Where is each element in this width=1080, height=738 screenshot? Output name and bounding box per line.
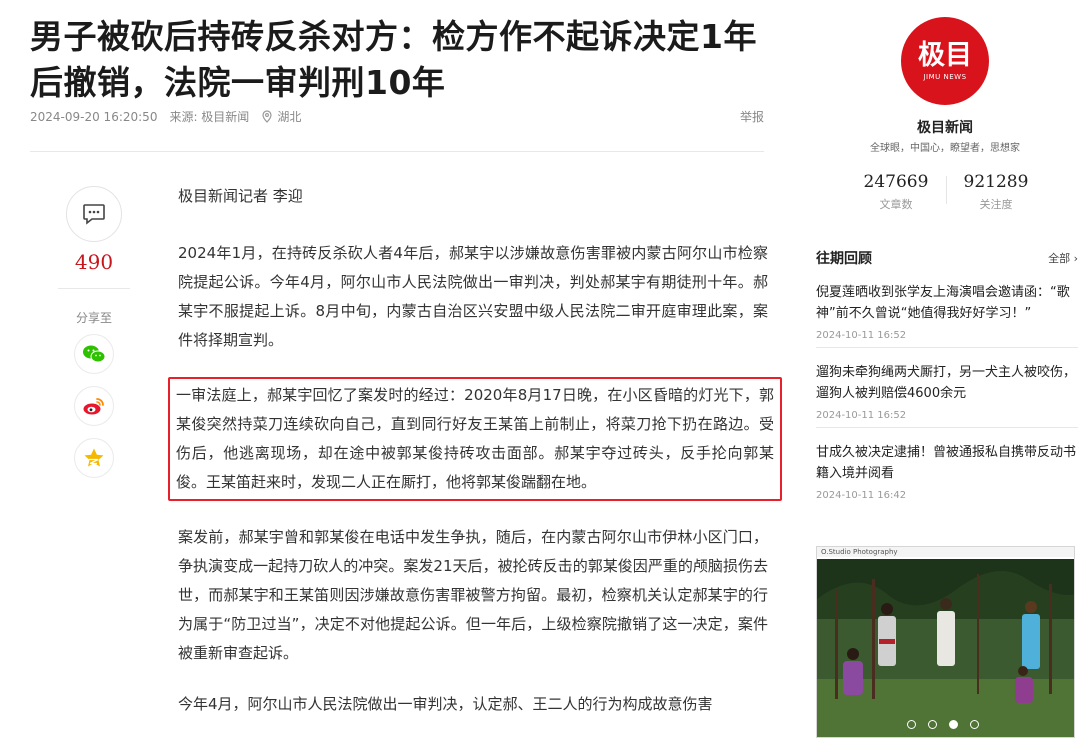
comment-icon (83, 204, 105, 225)
past-review-list: 倪夏莲晒收到张学友上海演唱会邀请函：“歌神”前不久曾说“她值得我好好学习！” 2… (816, 282, 1078, 521)
logo-subtext: JIMU NEWS (923, 73, 967, 81)
carousel-dot[interactable] (907, 720, 916, 729)
carousel-dots (907, 720, 991, 729)
past-review-title: 往期回顾 (816, 251, 872, 267)
list-item-date: 2024-10-11 16:42 (816, 490, 907, 501)
article-byline: 极目新闻记者 李迎 (178, 187, 303, 205)
source-name[interactable]: 极目新闻 (860, 117, 1030, 137)
stat-value: 247669 (863, 172, 929, 192)
left-divider (58, 288, 130, 289)
article-paragraph: 2024年1月，在持砖反杀砍人者4年后，郝某宇以涉嫌故意伤害罪被内蒙古阿尔山市检… (178, 244, 768, 349)
stat-attention: 921289 关注度 (946, 172, 1046, 212)
source-logo[interactable]: 极目 JIMU NEWS (901, 17, 989, 105)
article-meta: 2024-09-20 16:20:50 来源: 极目新闻 湖北 举报 (30, 108, 764, 125)
highlighted-paragraph: 一审法庭上，郝某宇回忆了案发时的经过：2020年8月17日晚，在小区昏暗的灯光下… (168, 377, 782, 501)
list-item-title[interactable]: 甘成久被决定逮捕！曾被通报私自携带反动书籍入境并阅看 (816, 442, 1078, 484)
carousel-photo[interactable] (817, 559, 1074, 737)
article-title: 男子被砍后持砖反杀对方：检方作不起诉决定1年后撤销，法院一审判刑10年 (30, 17, 757, 102)
carousel-image (817, 559, 1074, 737)
list-item[interactable]: 遛狗未牵狗绳两犬厮打，另一犬主人被咬伤，遛狗人被判赔偿4600余元 2024-1… (816, 362, 1078, 428)
publish-datetime: 2024-09-20 16:20:50 (30, 109, 158, 124)
stat-label: 关注度 (979, 198, 1013, 211)
article-body: 极目新闻记者 李迎 2024年1月，在持砖反杀砍人者4年后，郝某宇以涉嫌故意伤害… (168, 182, 782, 738)
comment-button[interactable] (66, 186, 122, 242)
list-item[interactable]: 甘成久被决定逮捕！曾被通报私自携带反动书籍入境并阅看 2024-10-11 16… (816, 442, 1078, 507)
source-stats: 247669 文章数 921289 关注度 (846, 172, 1046, 212)
title-divider (30, 151, 764, 152)
logo-text: 极目 (918, 40, 972, 71)
stat-label: 文章数 (879, 198, 913, 211)
article-source: 来源: 极目新闻 (169, 110, 250, 124)
share-label: 分享至 (75, 311, 112, 325)
qzone-star-icon (84, 448, 104, 467)
weibo-icon (83, 398, 104, 415)
photo-carousel[interactable]: O.Studio Photography (816, 546, 1075, 738)
location-pin-icon (262, 110, 272, 123)
list-item-date: 2024-10-11 16:52 (816, 410, 907, 421)
list-item-title[interactable]: 倪夏莲晒收到张学友上海演唱会邀请函：“歌神”前不久曾说“她值得我好好学习！” (816, 282, 1078, 324)
share-weibo-button[interactable] (74, 386, 114, 426)
gallery-caption: O.Studio Photography (817, 547, 1074, 557)
view-all-link[interactable]: 全部 › (1048, 250, 1078, 266)
carousel-dot[interactable] (928, 720, 937, 729)
past-review-header: 往期回顾 全部 › (816, 248, 1078, 268)
comment-count: 490 (74, 250, 114, 274)
article-paragraph: 案发前，郝某宇曾和郭某俊在电话中发生争执，随后，在内蒙古阿尔山市伊林小区门口，争… (178, 528, 768, 662)
stat-articles: 247669 文章数 (846, 172, 946, 212)
share-qzone-button[interactable] (74, 438, 114, 478)
list-item-title[interactable]: 遛狗未牵狗绳两犬厮打，另一犬主人被咬伤，遛狗人被判赔偿4600余元 (816, 362, 1078, 404)
location-text: 湖北 (277, 110, 302, 124)
carousel-dot[interactable] (970, 720, 979, 729)
list-item-date: 2024-10-11 16:52 (816, 330, 907, 341)
share-column: 490 分享至 (58, 186, 130, 478)
stat-value: 921289 (963, 172, 1029, 192)
article-paragraph: 今年4月，阿尔山市人民法院做出一审判决，认定郝、王二人的行为构成故意伤害 (178, 695, 713, 713)
report-link[interactable]: 举报 (740, 108, 764, 125)
article-location: 湖北 (261, 108, 313, 125)
share-wechat-button[interactable] (74, 334, 114, 374)
source-tagline: 全球眼，中国心，瞭望者，思想家 (870, 143, 1020, 154)
wechat-icon (83, 345, 106, 363)
list-item[interactable]: 倪夏莲晒收到张学友上海演唱会邀请函：“歌神”前不久曾说“她值得我好好学习！” 2… (816, 282, 1078, 348)
carousel-dot-active[interactable] (949, 720, 958, 729)
